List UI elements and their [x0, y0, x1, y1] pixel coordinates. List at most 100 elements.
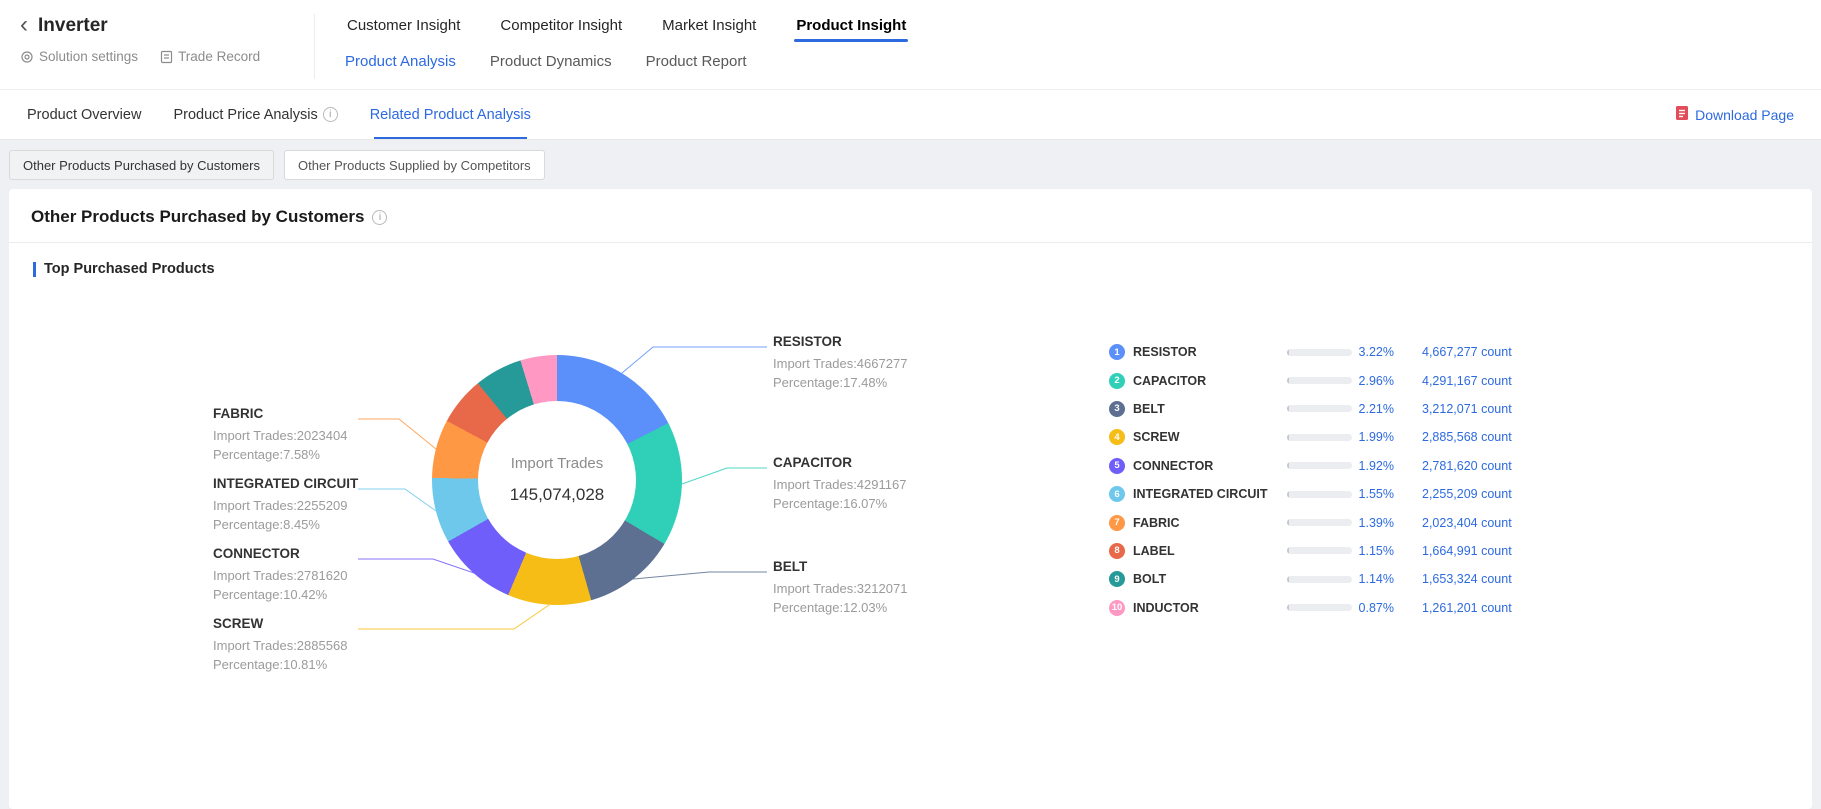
rank-row-screw[interactable]: 4SCREW1.99%2,885,568 count [1109, 423, 1572, 451]
callout-line-capacitor [682, 468, 767, 484]
analysis-tab-label: Product Price Analysis [173, 107, 317, 123]
donut-chart[interactable]: Import Trades 145,074,028 [432, 355, 682, 605]
app-header: ‹ Inverter Solution settings Trade Recor… [0, 0, 1821, 90]
subtab-product-analysis[interactable]: Product Analysis [345, 53, 456, 70]
percent-value: 2.21% [1352, 402, 1394, 416]
percent-value: 1.92% [1352, 459, 1394, 473]
progress-bar [1287, 462, 1352, 469]
analysis-tab-product-price-analysis[interactable]: Product Price Analysis i [173, 90, 337, 139]
analysis-tab-related-product-analysis[interactable]: Related Product Analysis [370, 90, 531, 139]
progress-bar [1287, 491, 1352, 498]
donut-center-label: Import Trades [511, 455, 604, 472]
count-value: 2,781,620 count [1422, 459, 1572, 473]
callout-line-resistor [622, 347, 767, 373]
percent-value: 1.39% [1352, 516, 1394, 530]
progress-bar [1287, 434, 1352, 441]
callout-capacitor: CAPACITORImport Trades:4291167Percentage… [773, 455, 973, 513]
rank-row-resistor[interactable]: 1RESISTOR3.22%4,667,277 count [1109, 338, 1572, 366]
page-title: Inverter [38, 15, 108, 37]
analysis-tab-product-overview[interactable]: Product Overview [27, 90, 141, 139]
progress-bar [1287, 377, 1352, 384]
product-name: INTEGRATED CIRCUIT [1133, 487, 1287, 501]
percent-value: 3.22% [1352, 345, 1394, 359]
header-left: ‹ Inverter Solution settings Trade Recor… [0, 0, 314, 89]
percent-value: 2.96% [1352, 374, 1394, 388]
percent-value: 1.99% [1352, 430, 1394, 444]
callout-percentage: Percentage:8.45% [213, 515, 413, 534]
callout-product-name: CONNECTOR [213, 546, 413, 561]
callout-percentage: Percentage:7.58% [213, 445, 413, 464]
callout-import-trades: Import Trades:2885568 [213, 636, 413, 655]
product-name: SCREW [1133, 430, 1287, 444]
product-name: CONNECTOR [1133, 459, 1287, 473]
section-accent-bar [33, 262, 36, 277]
tab-product-insight[interactable]: Product Insight [794, 14, 908, 42]
solution-settings-link[interactable]: Solution settings [20, 49, 138, 64]
callout-screw: SCREWImport Trades:2885568Percentage:10.… [213, 616, 413, 674]
rank-row-belt[interactable]: 3BELT2.21%3,212,071 count [1109, 395, 1572, 423]
progress-bar [1287, 604, 1352, 611]
product-name: BELT [1133, 402, 1287, 416]
callout-line-belt [633, 572, 767, 579]
info-icon[interactable]: i [323, 107, 338, 122]
tab-customer-insight[interactable]: Customer Insight [345, 14, 462, 42]
product-name: INDUCTOR [1133, 601, 1287, 615]
filter-other-products-supplied-by-competitors[interactable]: Other Products Supplied by Competitors [284, 150, 545, 180]
percent-value: 0.87% [1352, 601, 1394, 615]
rank-row-bolt[interactable]: 9BOLT1.14%1,653,324 count [1109, 565, 1572, 593]
tab-competitor-insight[interactable]: Competitor Insight [498, 14, 624, 42]
tab-market-insight[interactable]: Market Insight [660, 14, 758, 42]
count-value: 2,255,209 count [1422, 487, 1572, 501]
count-value: 1,261,201 count [1422, 601, 1572, 615]
callout-percentage: Percentage:16.07% [773, 494, 973, 513]
pdf-icon [1675, 105, 1689, 124]
callout-product-name: RESISTOR [773, 334, 973, 349]
callout-percentage: Percentage:10.42% [213, 585, 413, 604]
count-value: 1,653,324 count [1422, 572, 1572, 586]
callout-import-trades: Import Trades:4667277 [773, 354, 973, 373]
product-name: LABEL [1133, 544, 1287, 558]
trade-record-link[interactable]: Trade Record [160, 49, 260, 64]
callout-connector: CONNECTOR Import Trades:2781620Percentage… [213, 546, 413, 604]
count-value: 2,023,404 count [1422, 516, 1572, 530]
progress-bar [1287, 547, 1352, 554]
rank-row-connector[interactable]: 5CONNECTOR1.92%2,781,620 count [1109, 452, 1572, 480]
callout-belt: BELTImport Trades:3212071Percentage:12.0… [773, 559, 973, 617]
subtab-product-report[interactable]: Product Report [646, 53, 747, 70]
rank-row-label[interactable]: 8LABEL1.15%1,664,991 count [1109, 537, 1572, 565]
filter-row: Other Products Purchased by Customers Oth… [0, 140, 1821, 180]
divider [9, 242, 1812, 243]
analysis-panel: Other Products Purchased by Customers i … [9, 189, 1812, 809]
callout-import-trades: Import Trades:2255209 [213, 496, 413, 515]
callout-resistor: RESISTORImport Trades:4667277Percentage:… [773, 334, 973, 392]
trade-record-label: Trade Record [178, 49, 260, 64]
callout-product-name: SCREW [213, 616, 413, 631]
rank-badge: 10 [1109, 600, 1125, 616]
download-page-label: Download Page [1695, 107, 1794, 123]
product-sub-tabs: Product Analysis Product Dynamics Product … [345, 53, 1821, 70]
download-page-button[interactable]: Download Page [1675, 90, 1794, 139]
rank-row-inductor[interactable]: 10 INDUCTOR 0.87% 1,261,201 count [1109, 594, 1572, 622]
info-icon[interactable]: i [372, 210, 387, 225]
donut-center: Import Trades 145,074,028 [478, 401, 636, 559]
percent-value: 1.55% [1352, 487, 1394, 501]
rank-badge: 8 [1109, 543, 1125, 559]
callout-product-name: FABRIC [213, 406, 413, 421]
back-icon[interactable]: ‹ [20, 15, 28, 35]
rank-badge: 1 [1109, 344, 1125, 360]
analysis-tab-label: Related Product Analysis [370, 107, 531, 123]
filter-other-products-purchased-by-customers[interactable]: Other Products Purchased by Customers [9, 150, 274, 180]
subtab-product-dynamics[interactable]: Product Dynamics [490, 53, 612, 70]
product-name: FABRIC [1133, 516, 1287, 530]
product-name: BOLT [1133, 572, 1287, 586]
panel-title: Other Products Purchased by Customers [31, 207, 364, 227]
analysis-tab-label: Product Overview [27, 107, 141, 123]
rank-row-fabric[interactable]: 7FABRIC1.39%2,023,404 count [1109, 508, 1572, 536]
analysis-tabs: Product Overview Product Price Analysis i R… [27, 90, 563, 139]
callout-import-trades: Import Trades:2781620 [213, 566, 413, 585]
document-icon [160, 50, 173, 64]
rank-row-integrated-circuit[interactable]: 6INTEGRATED CIRCUIT1.55%2,255,209 count [1109, 480, 1572, 508]
rank-row-capacitor[interactable]: 2CAPACITOR2.96%4,291,167 count [1109, 366, 1572, 394]
callout-import-trades: Import Trades:4291167 [773, 475, 973, 494]
callout-import-trades: Import Trades:3212071 [773, 579, 973, 598]
